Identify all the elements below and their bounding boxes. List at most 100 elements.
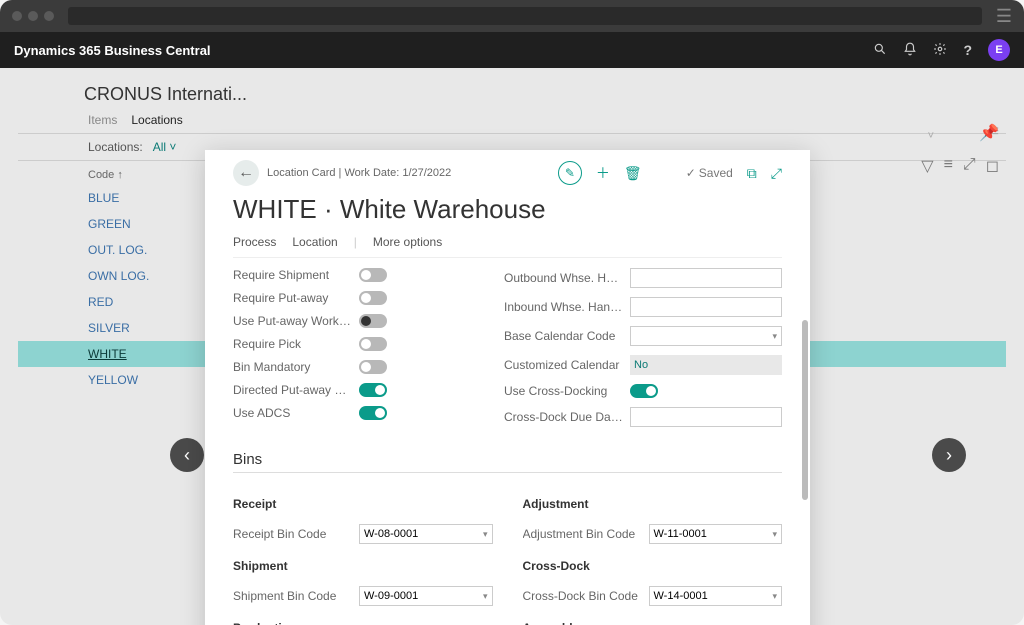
bins-col-left: ReceiptReceipt Bin CodeW-08-0001▾Shipmen… [233, 491, 493, 625]
form-row: Directed Put-away an... [233, 383, 474, 397]
chevron-down-icon: ▾ [772, 331, 777, 342]
toggle[interactable] [359, 406, 387, 420]
avatar[interactable]: E [988, 39, 1010, 61]
bins-grid: ReceiptReceipt Bin CodeW-08-0001▾Shipmen… [233, 481, 782, 625]
field-label: Require Put-away [233, 291, 353, 305]
field-label: Use ADCS [233, 406, 353, 420]
chevron-down-icon: ▾ [772, 591, 777, 602]
card-actions: ✎ ＋ 🗑 ✓ Saved ⧉ ⤢ [558, 161, 782, 185]
divider: | [354, 235, 357, 249]
form-row: Bin Mandatory [233, 360, 474, 374]
bg-toolbar-chev: ˅ [928, 130, 934, 142]
tab-location[interactable]: Location [292, 235, 337, 249]
card-tabs: Process Location | More options [233, 235, 782, 258]
toggle[interactable] [359, 291, 387, 305]
group-title: Receipt [233, 497, 493, 511]
bg-tabs: Items Locations [18, 111, 1006, 134]
form-row: Inbound Whse. Handl... [504, 297, 782, 317]
back-button[interactable]: ← [233, 160, 259, 186]
select-input[interactable]: ▾ [630, 326, 782, 346]
bg-toolbar-bottom: ▽ ≡ ⤢ ◻ [921, 156, 999, 176]
form-row: Use Cross-Docking [504, 384, 782, 398]
form-row: Require Put-away [233, 291, 474, 305]
toggle[interactable] [359, 268, 387, 282]
select-input[interactable]: W-09-0001▾ [359, 586, 493, 606]
gear-icon[interactable] [933, 42, 947, 59]
browser-chrome: ☰ [0, 0, 1024, 32]
search-icon[interactable] [873, 42, 887, 59]
new-button[interactable]: ＋ [596, 163, 610, 183]
group-title: Cross-Dock [523, 559, 783, 573]
form-row: Base Calendar Code▾ [504, 326, 782, 346]
help-icon[interactable]: ? [963, 42, 972, 58]
form-row: Use ADCS [233, 406, 474, 420]
popout-icon[interactable]: ⧉ [747, 165, 757, 182]
tab-locations[interactable]: Locations [131, 113, 182, 127]
form-row: Adjustment Bin Code W-11-0001▾ [523, 524, 783, 544]
toggle[interactable] [359, 383, 387, 397]
filter-icon[interactable]: ▽ [921, 156, 933, 176]
field-label: Inbound Whse. Handl... [504, 300, 624, 314]
group-title: Adjustment [523, 497, 783, 511]
form-col-left: Require ShipmentRequire Put-awayUse Put-… [233, 268, 474, 427]
bg-pin-wrap: 📌 [979, 123, 999, 143]
form-row: Cross-Dock Due Date... [504, 407, 782, 427]
toggle[interactable] [359, 337, 387, 351]
delete-button[interactable]: 🗑 [624, 165, 642, 182]
saved-indicator: ✓ Saved [686, 166, 733, 180]
form-row: Cross-Dock Bin CodeW-14-0001▾ [523, 586, 783, 606]
next-record-button[interactable]: › [932, 438, 966, 472]
tab-more-options[interactable]: More options [373, 235, 442, 249]
scrollbar[interactable] [802, 320, 808, 500]
fullscreen-icon[interactable]: ⤢ [771, 165, 782, 182]
toggle[interactable] [630, 384, 658, 398]
toggle[interactable] [359, 314, 387, 328]
field-label: Outbound Whse. Han... [504, 271, 624, 285]
text-input[interactable] [630, 268, 782, 288]
filter-label: Locations: [88, 140, 143, 154]
chevron-down-icon[interactable]: ˅ [928, 130, 934, 142]
filter-value[interactable]: All ˅ [153, 140, 177, 154]
list-icon[interactable]: ≡ [944, 156, 953, 176]
toggle[interactable] [359, 360, 387, 374]
tab-process[interactable]: Process [233, 235, 276, 249]
hamburger-icon[interactable]: ☰ [996, 6, 1012, 27]
bins-section-title: Bins [233, 441, 782, 473]
field-label: Use Put-away Works... [233, 314, 353, 328]
window-dot[interactable] [28, 11, 38, 21]
tab-items[interactable]: Items [88, 113, 117, 127]
field-label: Require Pick [233, 337, 353, 351]
window-dot[interactable] [44, 11, 54, 21]
prev-record-button[interactable]: ‹ [170, 438, 204, 472]
window-dot[interactable] [12, 11, 22, 21]
bookmark-icon[interactable]: ◻ [986, 156, 999, 176]
select-input[interactable]: W-14-0001▾ [649, 586, 783, 606]
select-input[interactable]: W-08-0001▾ [359, 524, 493, 544]
select-input[interactable]: W-11-0001▾ [649, 524, 783, 544]
bell-icon[interactable] [903, 42, 917, 59]
chevron-down-icon: ▾ [483, 529, 488, 540]
field-label: Customized Calendar [504, 358, 624, 372]
avatar-initial: E [995, 44, 1002, 56]
form-grid: Require ShipmentRequire Put-awayUse Put-… [233, 258, 782, 441]
text-input[interactable] [630, 407, 782, 427]
app-header: Dynamics 365 Business Central ? E [0, 32, 1024, 68]
pin-icon[interactable]: 📌 [979, 123, 999, 143]
field-label: Directed Put-away an... [233, 383, 353, 397]
text-input[interactable] [630, 297, 782, 317]
chevron-down-icon: ▾ [772, 529, 777, 540]
readonly-value: No [630, 355, 782, 375]
company-name[interactable]: CRONUS Internati... [14, 78, 1010, 111]
form-row: Outbound Whse. Han... [504, 268, 782, 288]
location-card: ← Location Card | Work Date: 1/27/2022 ✎… [205, 150, 810, 625]
group-title: Assembly [523, 621, 783, 625]
form-col-right: Outbound Whse. Han... Inbound Whse. Handl… [504, 268, 782, 427]
field-label: Cross-Dock Due Date... [504, 410, 624, 424]
edit-button[interactable]: ✎ [558, 161, 582, 185]
window-dots [12, 11, 54, 21]
card-header: ← Location Card | Work Date: 1/27/2022 ✎… [233, 160, 782, 192]
group-title: Shipment [233, 559, 493, 573]
expand-icon[interactable]: ⤢ [963, 156, 976, 176]
field-label: Adjustment Bin Code [523, 527, 643, 541]
url-bar[interactable] [68, 7, 982, 25]
